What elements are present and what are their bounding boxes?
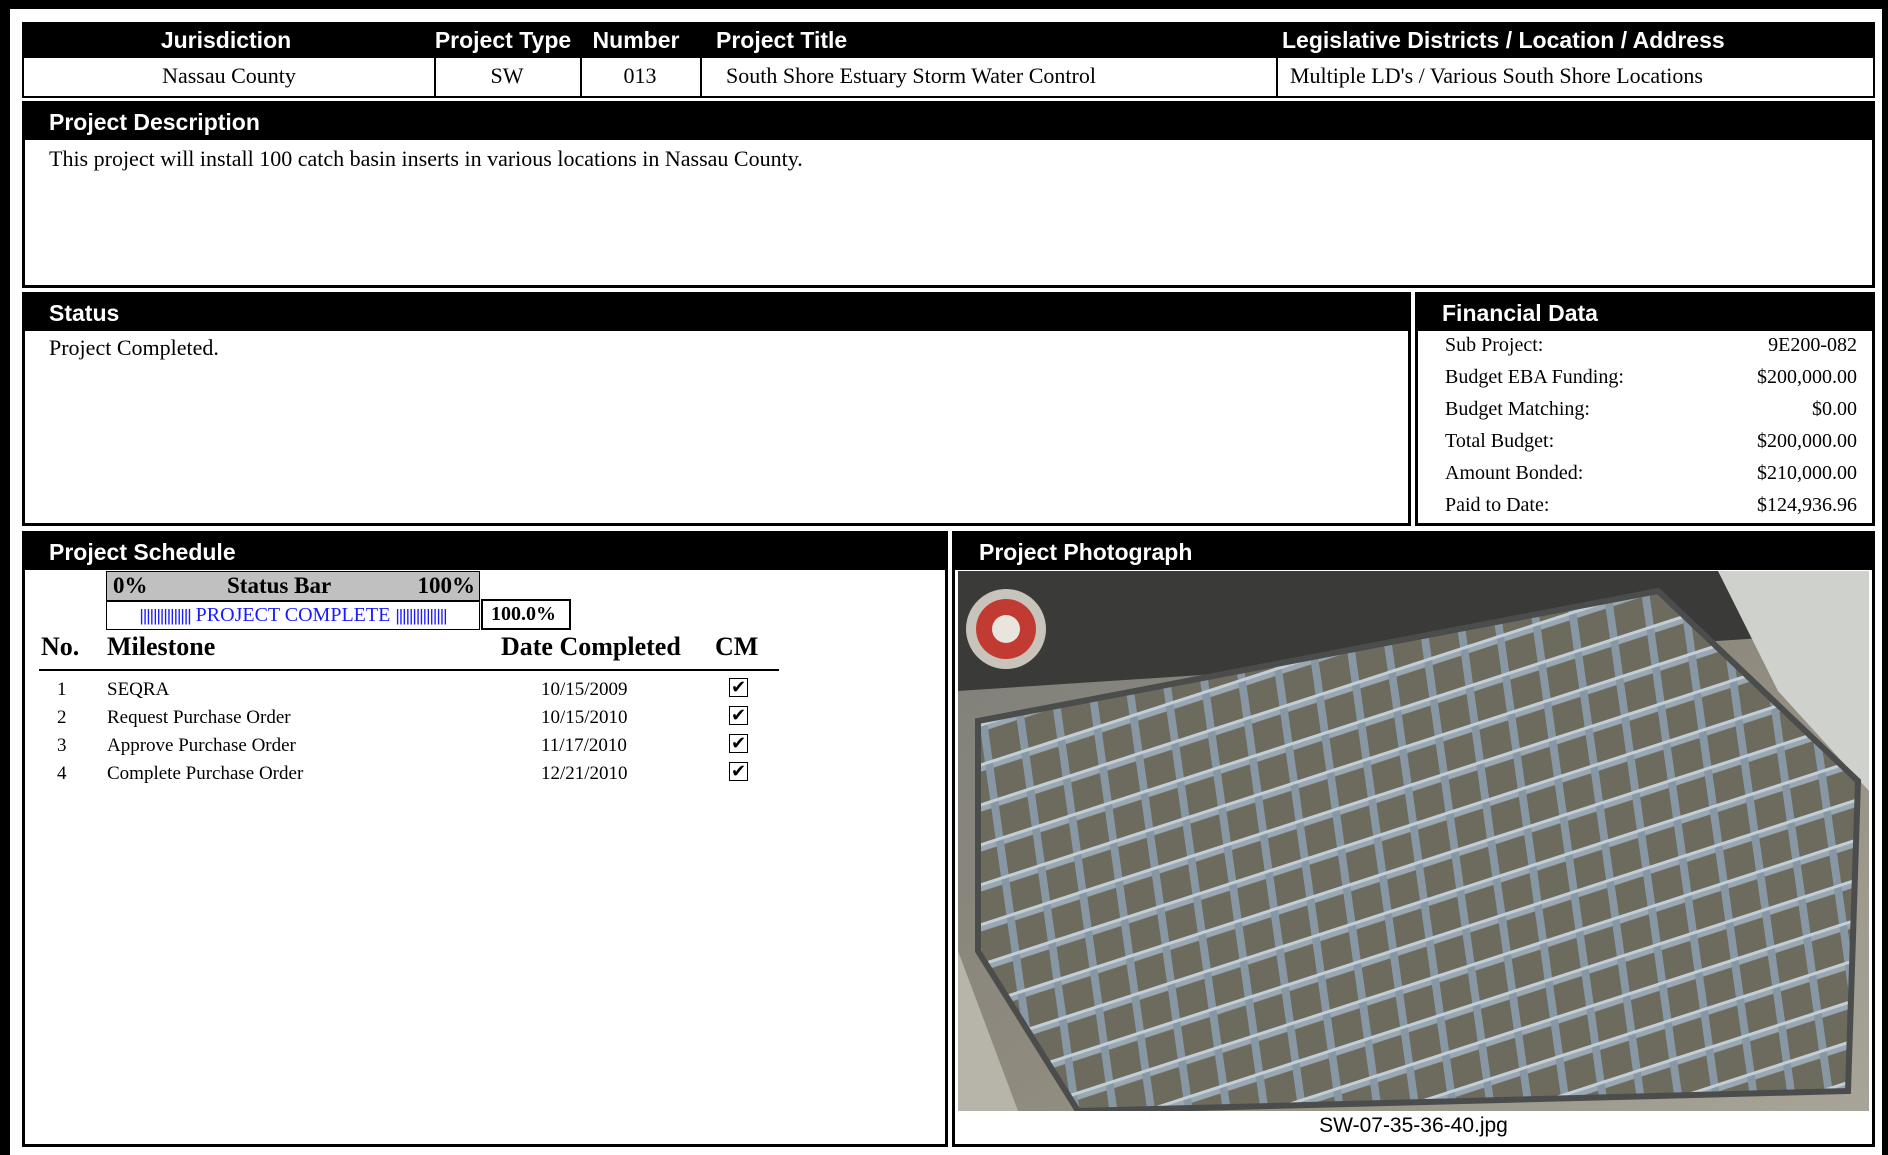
- status-bar-header: 0% Status Bar 100%: [106, 571, 480, 601]
- description-panel: Project Description This project will in…: [22, 101, 1875, 288]
- milestone-date: 10/15/2010: [541, 707, 628, 728]
- financial-value: $124,936.96: [1757, 494, 1857, 516]
- top-table-row: Nassau County SW 013 South Shore Estuary…: [22, 58, 1875, 98]
- milestone-name-header: Milestone: [107, 632, 216, 661]
- milestone-checkbox[interactable]: ✔: [729, 706, 748, 725]
- location-header: Legislative Districts / Location / Addre…: [1282, 27, 1725, 53]
- milestone-row: 4 Complete Purchase Order 12/21/2010 ✔: [25, 760, 945, 788]
- financial-label: Amount Bonded:: [1445, 462, 1584, 484]
- milestone-no: 2: [57, 707, 67, 728]
- milestone-name: Request Purchase Order: [107, 707, 291, 728]
- status-bar-max-label: 100%: [417, 573, 476, 598]
- financial-panel: Financial Data Sub Project: 9E200-082 Bu…: [1415, 292, 1875, 526]
- project-type-value: SW: [434, 58, 582, 96]
- location-value: Multiple LD's / Various South Shore Loca…: [1290, 63, 1703, 88]
- financial-row: Total Budget: $200,000.00: [1445, 425, 1857, 457]
- financial-value: $0.00: [1812, 398, 1857, 420]
- project-photo: [958, 571, 1869, 1111]
- milestone-checkbox[interactable]: ✔: [729, 678, 748, 697]
- number-value: 013: [580, 58, 702, 96]
- status-bar-fill-text: PROJECT COMPLETE: [195, 604, 391, 626]
- milestone-row: 2 Request Purchase Order 10/15/2010 ✔: [25, 704, 945, 732]
- project-type-header: Project Type: [434, 27, 572, 53]
- milestone-date-header: Date Completed: [501, 632, 681, 661]
- milestone-name: Approve Purchase Order: [107, 735, 296, 756]
- financial-row: Sub Project: 9E200-082: [1445, 329, 1857, 361]
- project-title-value: South Shore Estuary Storm Water Control: [700, 58, 1278, 96]
- status-bar-ticks-left: |||||||||||||||: [139, 606, 191, 625]
- financial-label: Budget Matching:: [1445, 398, 1590, 420]
- status-text: Project Completed.: [49, 335, 219, 360]
- milestone-no: 3: [57, 735, 67, 756]
- financial-label: Total Budget:: [1445, 430, 1555, 452]
- status-bar-title: Status Bar: [227, 573, 332, 598]
- milestone-date: 11/17/2010: [541, 735, 627, 756]
- milestone-row: 1 SEQRA 10/15/2009 ✔: [25, 676, 945, 704]
- milestone-name: Complete Purchase Order: [107, 763, 304, 784]
- financial-value: $200,000.00: [1757, 366, 1857, 388]
- milestone-row: 3 Approve Purchase Order 11/17/2010 ✔: [25, 732, 945, 760]
- financial-value: 9E200-082: [1768, 334, 1857, 356]
- milestone-checkbox[interactable]: ✔: [729, 734, 748, 753]
- number-header: Number: [592, 27, 680, 53]
- milestone-name: SEQRA: [107, 679, 170, 700]
- milestone-no: 1: [57, 679, 67, 700]
- jurisdiction-value: Nassau County: [24, 58, 436, 96]
- description-header: Project Description: [25, 104, 1872, 140]
- storm-grate-photo: [958, 571, 1869, 1111]
- financial-row: Budget EBA Funding: $200,000.00: [1445, 361, 1857, 393]
- milestone-no-header: No.: [41, 632, 80, 661]
- milestone-cm-header: CM: [715, 632, 759, 661]
- photo-header: Project Photograph: [955, 534, 1872, 570]
- financial-row: Paid to Date: $124,936.96: [1445, 489, 1857, 521]
- financial-label: Paid to Date:: [1445, 494, 1550, 516]
- financial-label: Budget EBA Funding:: [1445, 366, 1624, 388]
- status-bar-ticks-right: |||||||||||||||: [395, 606, 447, 625]
- milestone-date: 10/15/2009: [541, 679, 628, 700]
- financial-value: $210,000.00: [1757, 462, 1857, 484]
- financial-row: Budget Matching: $0.00: [1445, 393, 1857, 425]
- photo-caption: SW-07-35-36-40.jpg: [1319, 1114, 1508, 1137]
- financial-header: Financial Data: [1418, 295, 1872, 331]
- status-bar-min-label: 0%: [113, 573, 148, 598]
- financial-row: Amount Bonded: $210,000.00: [1445, 457, 1857, 489]
- top-table-header: Jurisdiction Project Type Number Project…: [22, 22, 1875, 58]
- schedule-panel: Project Schedule 0% Status Bar 100% ||||…: [22, 531, 948, 1147]
- milestone-header-rule: [39, 669, 779, 671]
- status-header: Status: [25, 295, 1408, 331]
- financial-value: $200,000.00: [1757, 430, 1857, 452]
- jurisdiction-header: Jurisdiction: [160, 27, 292, 53]
- financial-label: Sub Project:: [1445, 334, 1544, 356]
- status-percent: 100.0%: [481, 599, 571, 630]
- photo-panel: Project Photograph SW-07-35-36-40.jpg: [952, 531, 1875, 1147]
- milestone-checkbox[interactable]: ✔: [729, 762, 748, 781]
- description-text: This project will install 100 catch basi…: [49, 146, 803, 171]
- schedule-header: Project Schedule: [25, 534, 945, 570]
- milestone-no: 4: [57, 763, 67, 784]
- status-bar-progress: ||||||||||||||| PROJECT COMPLETE |||||||…: [106, 601, 480, 630]
- project-title-header: Project Title: [716, 27, 848, 53]
- status-panel: Status Project Completed.: [22, 292, 1411, 526]
- milestone-date: 12/21/2010: [541, 763, 628, 784]
